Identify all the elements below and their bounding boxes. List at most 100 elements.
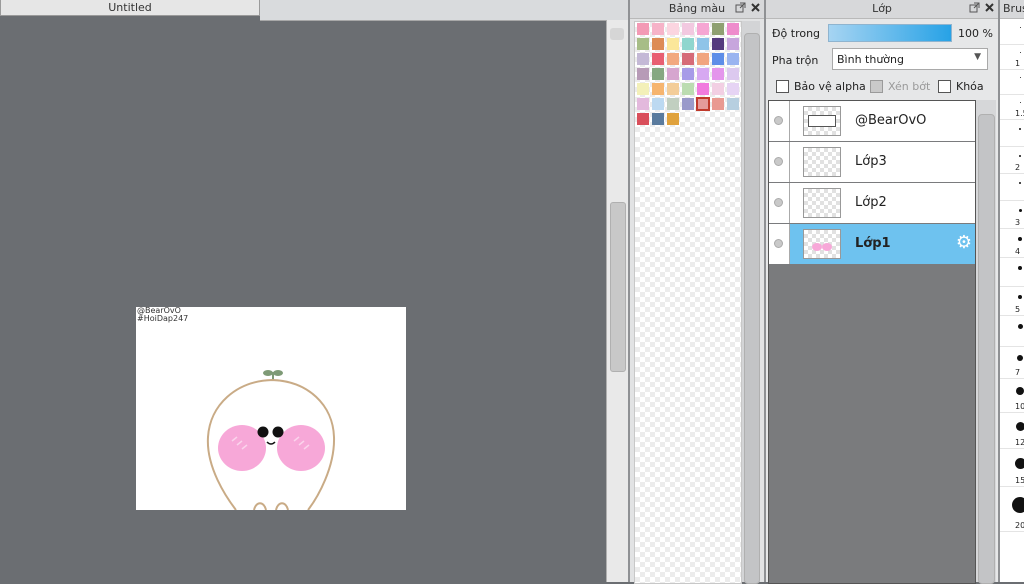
color-swatch[interactable]: [652, 53, 664, 65]
eye-dot-icon[interactable]: [774, 198, 783, 207]
color-swatch[interactable]: [697, 68, 709, 80]
checkbox-box[interactable]: [776, 80, 789, 93]
brush-size-label: 10: [1015, 402, 1024, 411]
layer-visibility-toggle[interactable]: [769, 142, 790, 182]
color-swatch[interactable]: [712, 23, 724, 35]
brush-size-cell[interactable]: 7: [1000, 346, 1024, 379]
color-swatch[interactable]: [682, 23, 694, 35]
brush-size-cell[interactable]: [1000, 19, 1024, 45]
color-swatch[interactable]: [712, 53, 724, 65]
palette-scrollbar[interactable]: [742, 21, 760, 582]
checkbox-box[interactable]: [938, 80, 951, 93]
color-swatch[interactable]: [667, 53, 679, 65]
eye-dot-icon[interactable]: [774, 239, 783, 248]
close-icon[interactable]: [983, 2, 996, 15]
layer-visibility-toggle[interactable]: [769, 183, 790, 223]
brush-size-cell[interactable]: [1000, 69, 1024, 95]
color-swatch[interactable]: [667, 83, 679, 95]
color-swatch[interactable]: [667, 23, 679, 35]
external-window-icon[interactable]: [968, 2, 981, 15]
color-swatch[interactable]: [727, 23, 739, 35]
color-swatch[interactable]: [652, 68, 664, 80]
brush-size-cell[interactable]: 15: [1000, 448, 1024, 487]
color-swatch[interactable]: [637, 83, 649, 95]
color-swatch[interactable]: [637, 113, 649, 125]
layer-row[interactable]: Lớp3: [769, 142, 975, 183]
layer-visibility-toggle[interactable]: [769, 224, 790, 264]
clipping-checkbox: Xén bớt: [870, 80, 930, 93]
scroll-up-button[interactable]: [610, 28, 624, 40]
canvas-vertical-scrollbar[interactable]: [606, 20, 629, 582]
color-swatch[interactable]: [637, 23, 649, 35]
brush-size-cell[interactable]: [1000, 173, 1024, 201]
color-swatch[interactable]: [712, 68, 724, 80]
brush-size-cell[interactable]: 1.5: [1000, 94, 1024, 120]
brush-size-label: 20: [1015, 521, 1024, 530]
brush-size-cell[interactable]: 1: [1000, 44, 1024, 70]
brush-size-cell[interactable]: [1000, 257, 1024, 287]
color-swatch[interactable]: [667, 68, 679, 80]
color-swatch[interactable]: [652, 23, 664, 35]
brush-size-cell[interactable]: 20: [1000, 486, 1024, 532]
color-swatch[interactable]: [712, 38, 724, 50]
palette-scroll-thumb[interactable]: [744, 33, 760, 584]
color-swatch[interactable]: [697, 38, 709, 50]
brush-size-cell[interactable]: 12: [1000, 412, 1024, 449]
brush-size-cell[interactable]: [1000, 315, 1024, 347]
color-swatch[interactable]: [652, 83, 664, 95]
color-swatch[interactable]: [712, 83, 724, 95]
color-swatch[interactable]: [682, 68, 694, 80]
brush-size-cell[interactable]: 4: [1000, 228, 1024, 258]
layer-scrollbar[interactable]: [976, 100, 996, 582]
color-swatch[interactable]: [697, 98, 709, 110]
color-swatch[interactable]: [727, 53, 739, 65]
color-swatch[interactable]: [637, 68, 649, 80]
color-swatch[interactable]: [652, 113, 664, 125]
layer-visibility-toggle[interactable]: [769, 101, 790, 141]
layer-row[interactable]: Lớp2: [769, 183, 975, 224]
color-swatch[interactable]: [652, 38, 664, 50]
color-swatch[interactable]: [682, 38, 694, 50]
gear-icon[interactable]: ⚙: [956, 234, 972, 252]
eye-dot-icon[interactable]: [774, 116, 783, 125]
swatch-grid[interactable]: [634, 21, 742, 584]
artboard[interactable]: @BearOvO #HoiDap247: [136, 307, 406, 510]
layer-row[interactable]: Lớp1⚙: [769, 224, 975, 265]
color-swatch[interactable]: [697, 53, 709, 65]
brush-size-cell[interactable]: 10: [1000, 378, 1024, 413]
brush-size-cell[interactable]: 3: [1000, 200, 1024, 229]
color-swatch[interactable]: [712, 98, 724, 110]
color-swatch[interactable]: [637, 53, 649, 65]
color-swatch[interactable]: [682, 98, 694, 110]
layer-row[interactable]: @BearOvO: [769, 101, 975, 142]
canvas-area[interactable]: Untitled @BearOvO #HoiDap247: [0, 0, 628, 582]
document-tab[interactable]: Untitled: [0, 0, 260, 16]
color-swatch[interactable]: [667, 38, 679, 50]
color-swatch[interactable]: [727, 68, 739, 80]
external-window-icon[interactable]: [734, 2, 747, 15]
canvas-scroll-thumb[interactable]: [610, 202, 626, 372]
color-swatch[interactable]: [652, 98, 664, 110]
protect-alpha-checkbox[interactable]: Bảo vệ alpha: [776, 80, 866, 93]
color-swatch[interactable]: [667, 113, 679, 125]
layer-scroll-thumb[interactable]: [978, 114, 995, 584]
color-swatch[interactable]: [727, 98, 739, 110]
brush-size-cell[interactable]: 5: [1000, 286, 1024, 316]
color-swatch[interactable]: [697, 83, 709, 95]
eye-dot-icon[interactable]: [774, 157, 783, 166]
color-swatch[interactable]: [727, 83, 739, 95]
color-swatch[interactable]: [637, 38, 649, 50]
color-swatch[interactable]: [697, 23, 709, 35]
brush-size-cell[interactable]: [1000, 119, 1024, 147]
opacity-slider[interactable]: [828, 24, 952, 42]
close-icon[interactable]: [749, 2, 762, 15]
chevron-down-icon: ▼: [974, 52, 981, 62]
brush-size-cell[interactable]: 2: [1000, 146, 1024, 174]
blend-mode-select[interactable]: Bình thường ▼: [832, 48, 988, 70]
color-swatch[interactable]: [727, 38, 739, 50]
color-swatch[interactable]: [682, 83, 694, 95]
lock-checkbox[interactable]: Khóa: [938, 80, 984, 93]
color-swatch[interactable]: [667, 98, 679, 110]
color-swatch[interactable]: [682, 53, 694, 65]
color-swatch[interactable]: [637, 98, 649, 110]
